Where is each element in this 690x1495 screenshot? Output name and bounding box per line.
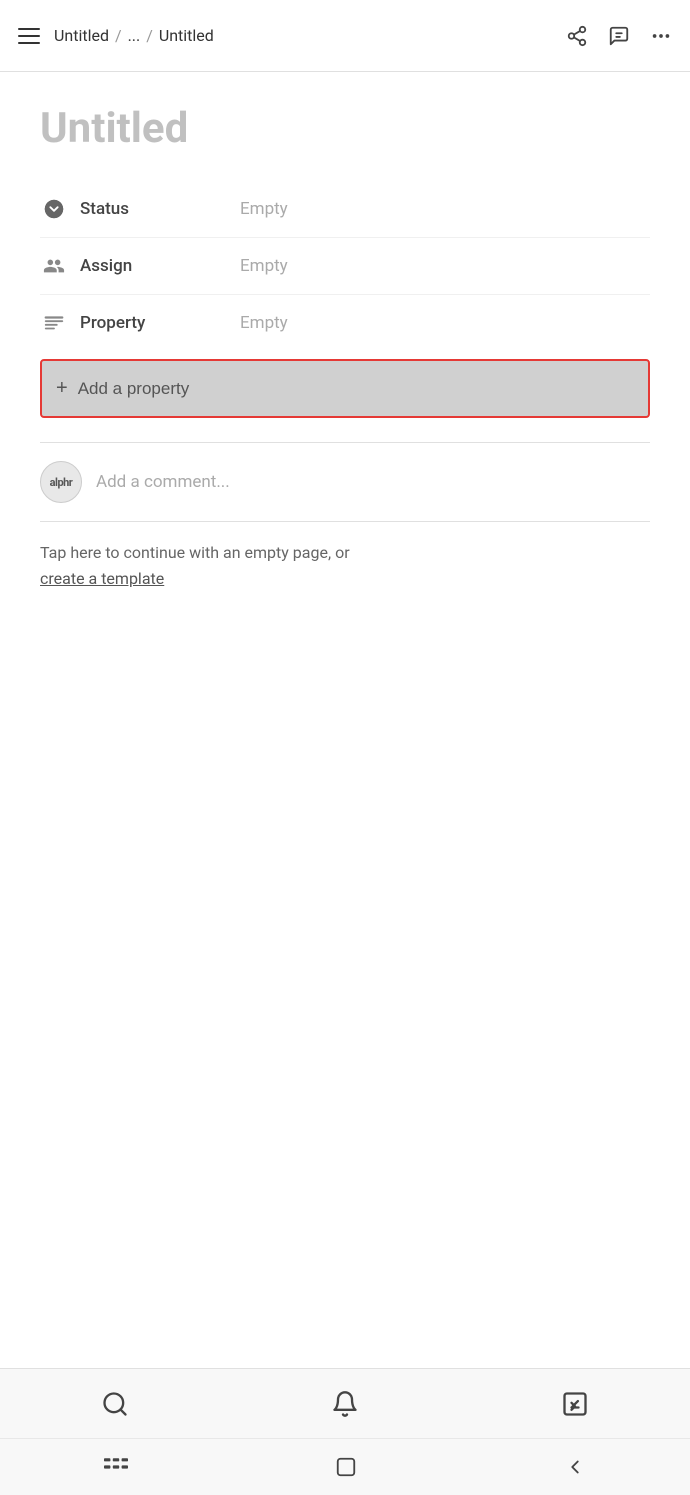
status-label: Status bbox=[80, 199, 240, 219]
share-icon[interactable] bbox=[566, 25, 588, 47]
avatar-text: alphr bbox=[50, 476, 73, 489]
breadcrumb: Untitled / ... / Untitled bbox=[54, 26, 214, 45]
property-value: Empty bbox=[240, 313, 288, 333]
content-divider bbox=[40, 442, 650, 443]
breadcrumb-sep2: / bbox=[146, 26, 153, 45]
android-home-icon[interactable] bbox=[335, 1456, 357, 1478]
bottom-nav bbox=[0, 1368, 690, 1495]
header-right bbox=[566, 25, 672, 47]
app-header: Untitled / ... / Untitled bbox=[0, 0, 690, 72]
assign-property-row[interactable]: Assign Empty bbox=[40, 238, 650, 295]
comment-row: alphr Add a comment... bbox=[40, 461, 650, 503]
assign-value: Empty bbox=[240, 256, 288, 276]
hint-text[interactable]: Tap here to continue with an empty page,… bbox=[40, 543, 350, 562]
breadcrumb-sep1: / bbox=[115, 26, 122, 45]
bottom-nav-top bbox=[0, 1369, 690, 1439]
status-property-row[interactable]: Status Empty bbox=[40, 181, 650, 238]
property-icon bbox=[40, 309, 68, 337]
bottom-nav-bottom bbox=[0, 1439, 690, 1495]
assign-label: Assign bbox=[80, 256, 240, 276]
edit-nav-icon[interactable] bbox=[561, 1390, 589, 1418]
property-property-row[interactable]: Property Empty bbox=[40, 295, 650, 351]
android-menu-icon[interactable] bbox=[104, 1458, 128, 1476]
page-hint: Tap here to continue with an empty page,… bbox=[40, 540, 650, 591]
comment-placeholder[interactable]: Add a comment... bbox=[96, 472, 230, 492]
add-property-plus-icon: + bbox=[56, 377, 68, 400]
property-label: Property bbox=[80, 313, 240, 333]
status-value: Empty bbox=[240, 199, 288, 219]
add-property-label: Add a property bbox=[78, 379, 190, 399]
breadcrumb-part2[interactable]: ... bbox=[128, 26, 141, 45]
properties-list: Status Empty Assign Empty bbox=[40, 181, 650, 351]
add-property-button[interactable]: + Add a property bbox=[40, 359, 650, 418]
create-template-link[interactable]: create a template bbox=[40, 569, 164, 588]
comment-divider bbox=[40, 521, 650, 522]
main-content: Untitled Status Empty bbox=[0, 72, 690, 1368]
android-back-icon[interactable] bbox=[564, 1456, 586, 1478]
header-left: Untitled / ... / Untitled bbox=[18, 26, 214, 45]
comment-icon[interactable] bbox=[608, 25, 630, 47]
breadcrumb-part1[interactable]: Untitled bbox=[54, 26, 109, 45]
more-options-icon[interactable] bbox=[650, 25, 672, 47]
menu-icon[interactable] bbox=[18, 28, 40, 44]
search-nav-icon[interactable] bbox=[101, 1390, 129, 1418]
avatar: alphr bbox=[40, 461, 82, 503]
bell-nav-icon[interactable] bbox=[331, 1390, 359, 1418]
breadcrumb-part3[interactable]: Untitled bbox=[159, 26, 214, 45]
status-icon bbox=[40, 195, 68, 223]
assign-icon bbox=[40, 252, 68, 280]
page-title[interactable]: Untitled bbox=[40, 104, 650, 153]
